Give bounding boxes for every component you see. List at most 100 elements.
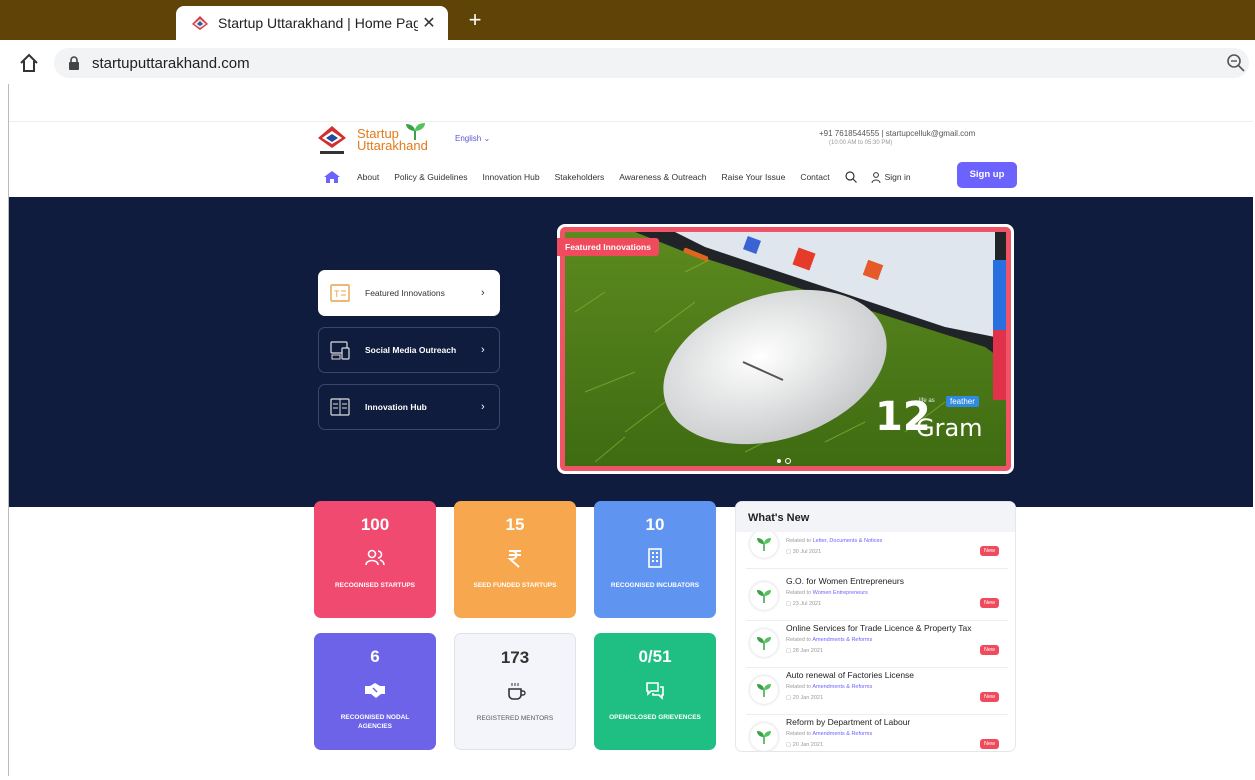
whats-new-heading: What's New: [748, 512, 810, 524]
nav-item-awareness[interactable]: Awareness & Outreach: [619, 172, 706, 182]
stat-label: Open/Closed Grievences: [609, 714, 701, 721]
item-related: Related to Women Entrepreneurs: [786, 590, 868, 596]
handshake-icon: [365, 683, 385, 698]
stat-value: 6: [370, 647, 380, 666]
new-tab-button[interactable]: +: [462, 8, 488, 34]
stat-value: 10: [645, 515, 665, 534]
item-title: Online Services for Trade Licence & Prop…: [786, 623, 972, 633]
stat-card-incubators[interactable]: 10 Recognised Incubators: [594, 501, 716, 618]
stat-card-startups[interactable]: 100 Recognised Startups: [314, 501, 436, 618]
side-card-featured-innovations[interactable]: T Featured Innovations ›: [318, 270, 500, 316]
new-badge: New: [980, 598, 1000, 608]
item-date: ▢ 20 Jan 2021: [786, 695, 824, 701]
item-date: ▢ 23 Jul 2021: [786, 601, 822, 607]
item-title: G.O. for Women Entrepreneurs: [786, 576, 904, 586]
lock-icon: [69, 56, 79, 70]
side-card-innovation-hub[interactable]: Innovation Hub ›: [318, 384, 500, 430]
book-icon: [330, 398, 350, 416]
devices-icon: [330, 341, 350, 360]
nav-item-contact[interactable]: Contact: [800, 172, 829, 182]
side-card-label: Featured Innovations: [365, 288, 445, 298]
tab-title: Startup Uttarakhand | Home Page: [218, 15, 418, 31]
stat-value: 15: [505, 515, 525, 534]
sprout-icon: [750, 530, 778, 558]
zoom-icon[interactable]: [1226, 53, 1246, 73]
coffee-cup-icon: [508, 683, 526, 700]
browser-tab-bar: Startup Uttarakhand | Home Page ✕ +: [0, 0, 1255, 40]
url-text: startuputtarakhand.com: [92, 54, 250, 72]
sign-up-button[interactable]: Sign up: [957, 162, 1017, 188]
chevron-right-icon: ›: [481, 401, 485, 413]
innovation-board-icon: T: [330, 284, 350, 302]
close-tab-icon[interactable]: ✕: [418, 13, 440, 33]
item-related: Related to Letter, Documents & Notices: [786, 538, 883, 544]
stat-card-mentors[interactable]: 173 Registered Mentors: [454, 633, 576, 750]
sprout-icon: [406, 123, 425, 140]
stat-label: Recognised Nodal Agencies: [340, 714, 410, 730]
chevron-right-icon: ›: [481, 344, 485, 356]
stat-value: 0/51: [638, 647, 672, 666]
contact-info: +91 7618544555 | startupcelluk@gmail.com: [819, 129, 976, 138]
side-card-label: Social Media Outreach: [365, 345, 457, 355]
stat-value: 173: [500, 648, 530, 667]
stat-value: 100: [360, 515, 390, 534]
whats-new-item[interactable]: G.O. for Women Entrepreneurs Related to …: [746, 574, 1008, 621]
nav-item-stakeholders[interactable]: Stakeholders: [555, 172, 605, 182]
new-badge: New: [980, 692, 1000, 702]
whats-new-panel[interactable]: What's New Grassroot Innovations Related…: [735, 501, 1016, 752]
chevron-right-icon: ›: [481, 287, 485, 299]
stat-card-seed-funded[interactable]: 15 Seed Funded Startups: [454, 501, 576, 618]
side-card-social-media[interactable]: Social Media Outreach ›: [318, 327, 500, 373]
stat-label: Recognised Incubators: [610, 582, 700, 589]
side-card-label: Innovation Hub: [365, 402, 427, 412]
whats-new-header-bg: What's New: [736, 502, 1015, 532]
item-title: Reform by Department of Labour: [786, 717, 911, 727]
home-icon[interactable]: [18, 52, 40, 74]
site-favicon-icon: [192, 16, 208, 30]
stat-label: Recognised Startups: [334, 582, 416, 589]
user-icon: [871, 171, 881, 183]
rupee-icon: [507, 550, 521, 568]
main-nav: About Policy & Guidelines Innovation Hub…: [323, 164, 911, 190]
whats-new-item[interactable]: Auto renewal of Factories License Relate…: [746, 668, 1008, 715]
slider-dot-2[interactable]: [785, 458, 791, 464]
slide-badge: feather: [946, 396, 979, 407]
stat-card-nodal-agencies[interactable]: 6 Recognised Nodal Agencies: [314, 633, 436, 750]
item-date: ▢ 28 Jan 2021: [786, 648, 824, 654]
item-related: Related to Amendments & Reforms: [786, 684, 873, 690]
search-icon[interactable]: [845, 171, 857, 183]
sprout-icon: [750, 676, 778, 704]
slider-dot-1[interactable]: [777, 459, 781, 463]
browser-tab[interactable]: Startup Uttarakhand | Home Page ✕: [176, 6, 448, 40]
sprout-icon: [750, 582, 778, 610]
stat-label: Registered Mentors: [476, 715, 554, 722]
item-date: ▢ 20 Jan 2021: [786, 742, 824, 748]
page-viewport: Startup Uttarakhand English ⌄ +91 761854…: [8, 84, 1253, 776]
nav-item-raise-issue[interactable]: Raise Your Issue: [722, 172, 786, 182]
slide-unit: Gram: [916, 414, 983, 442]
new-badge: New: [980, 546, 1000, 556]
stat-label: Seed Funded Startups: [473, 582, 557, 589]
url-field[interactable]: startuputtarakhand.com: [54, 48, 1249, 78]
chat-bubbles-icon: [646, 682, 664, 700]
whats-new-item[interactable]: Online Services for Trade Licence & Prop…: [746, 621, 1008, 668]
building-icon: [648, 548, 662, 568]
nav-item-about[interactable]: About: [357, 172, 379, 182]
slide-tag: Featured Innovations: [557, 238, 659, 256]
logo-line-2: Uttarakhand: [357, 138, 428, 153]
office-hours: (10:00 AM to 05:30 PM): [829, 140, 893, 146]
sign-in-link[interactable]: Sign in: [885, 172, 911, 182]
new-badge: New: [980, 645, 1000, 655]
sprout-icon: [750, 723, 778, 751]
nav-item-policy[interactable]: Policy & Guidelines: [394, 172, 467, 182]
sprout-icon: [750, 629, 778, 657]
state-emblem-icon[interactable]: [314, 124, 350, 160]
nav-home-icon[interactable]: [323, 170, 341, 184]
whats-new-item[interactable]: Reform by Department of Labour Related t…: [746, 715, 1008, 751]
nav-item-innovation-hub[interactable]: Innovation Hub: [482, 172, 539, 182]
language-select[interactable]: English ⌄: [455, 134, 490, 143]
item-date: ▢ 30 Jul 2021: [786, 549, 822, 555]
item-related: Related to Amendments & Reforms: [786, 637, 873, 643]
new-badge: New: [980, 739, 1000, 749]
stat-card-grievances[interactable]: 0/51 Open/Closed Grievences: [594, 633, 716, 750]
